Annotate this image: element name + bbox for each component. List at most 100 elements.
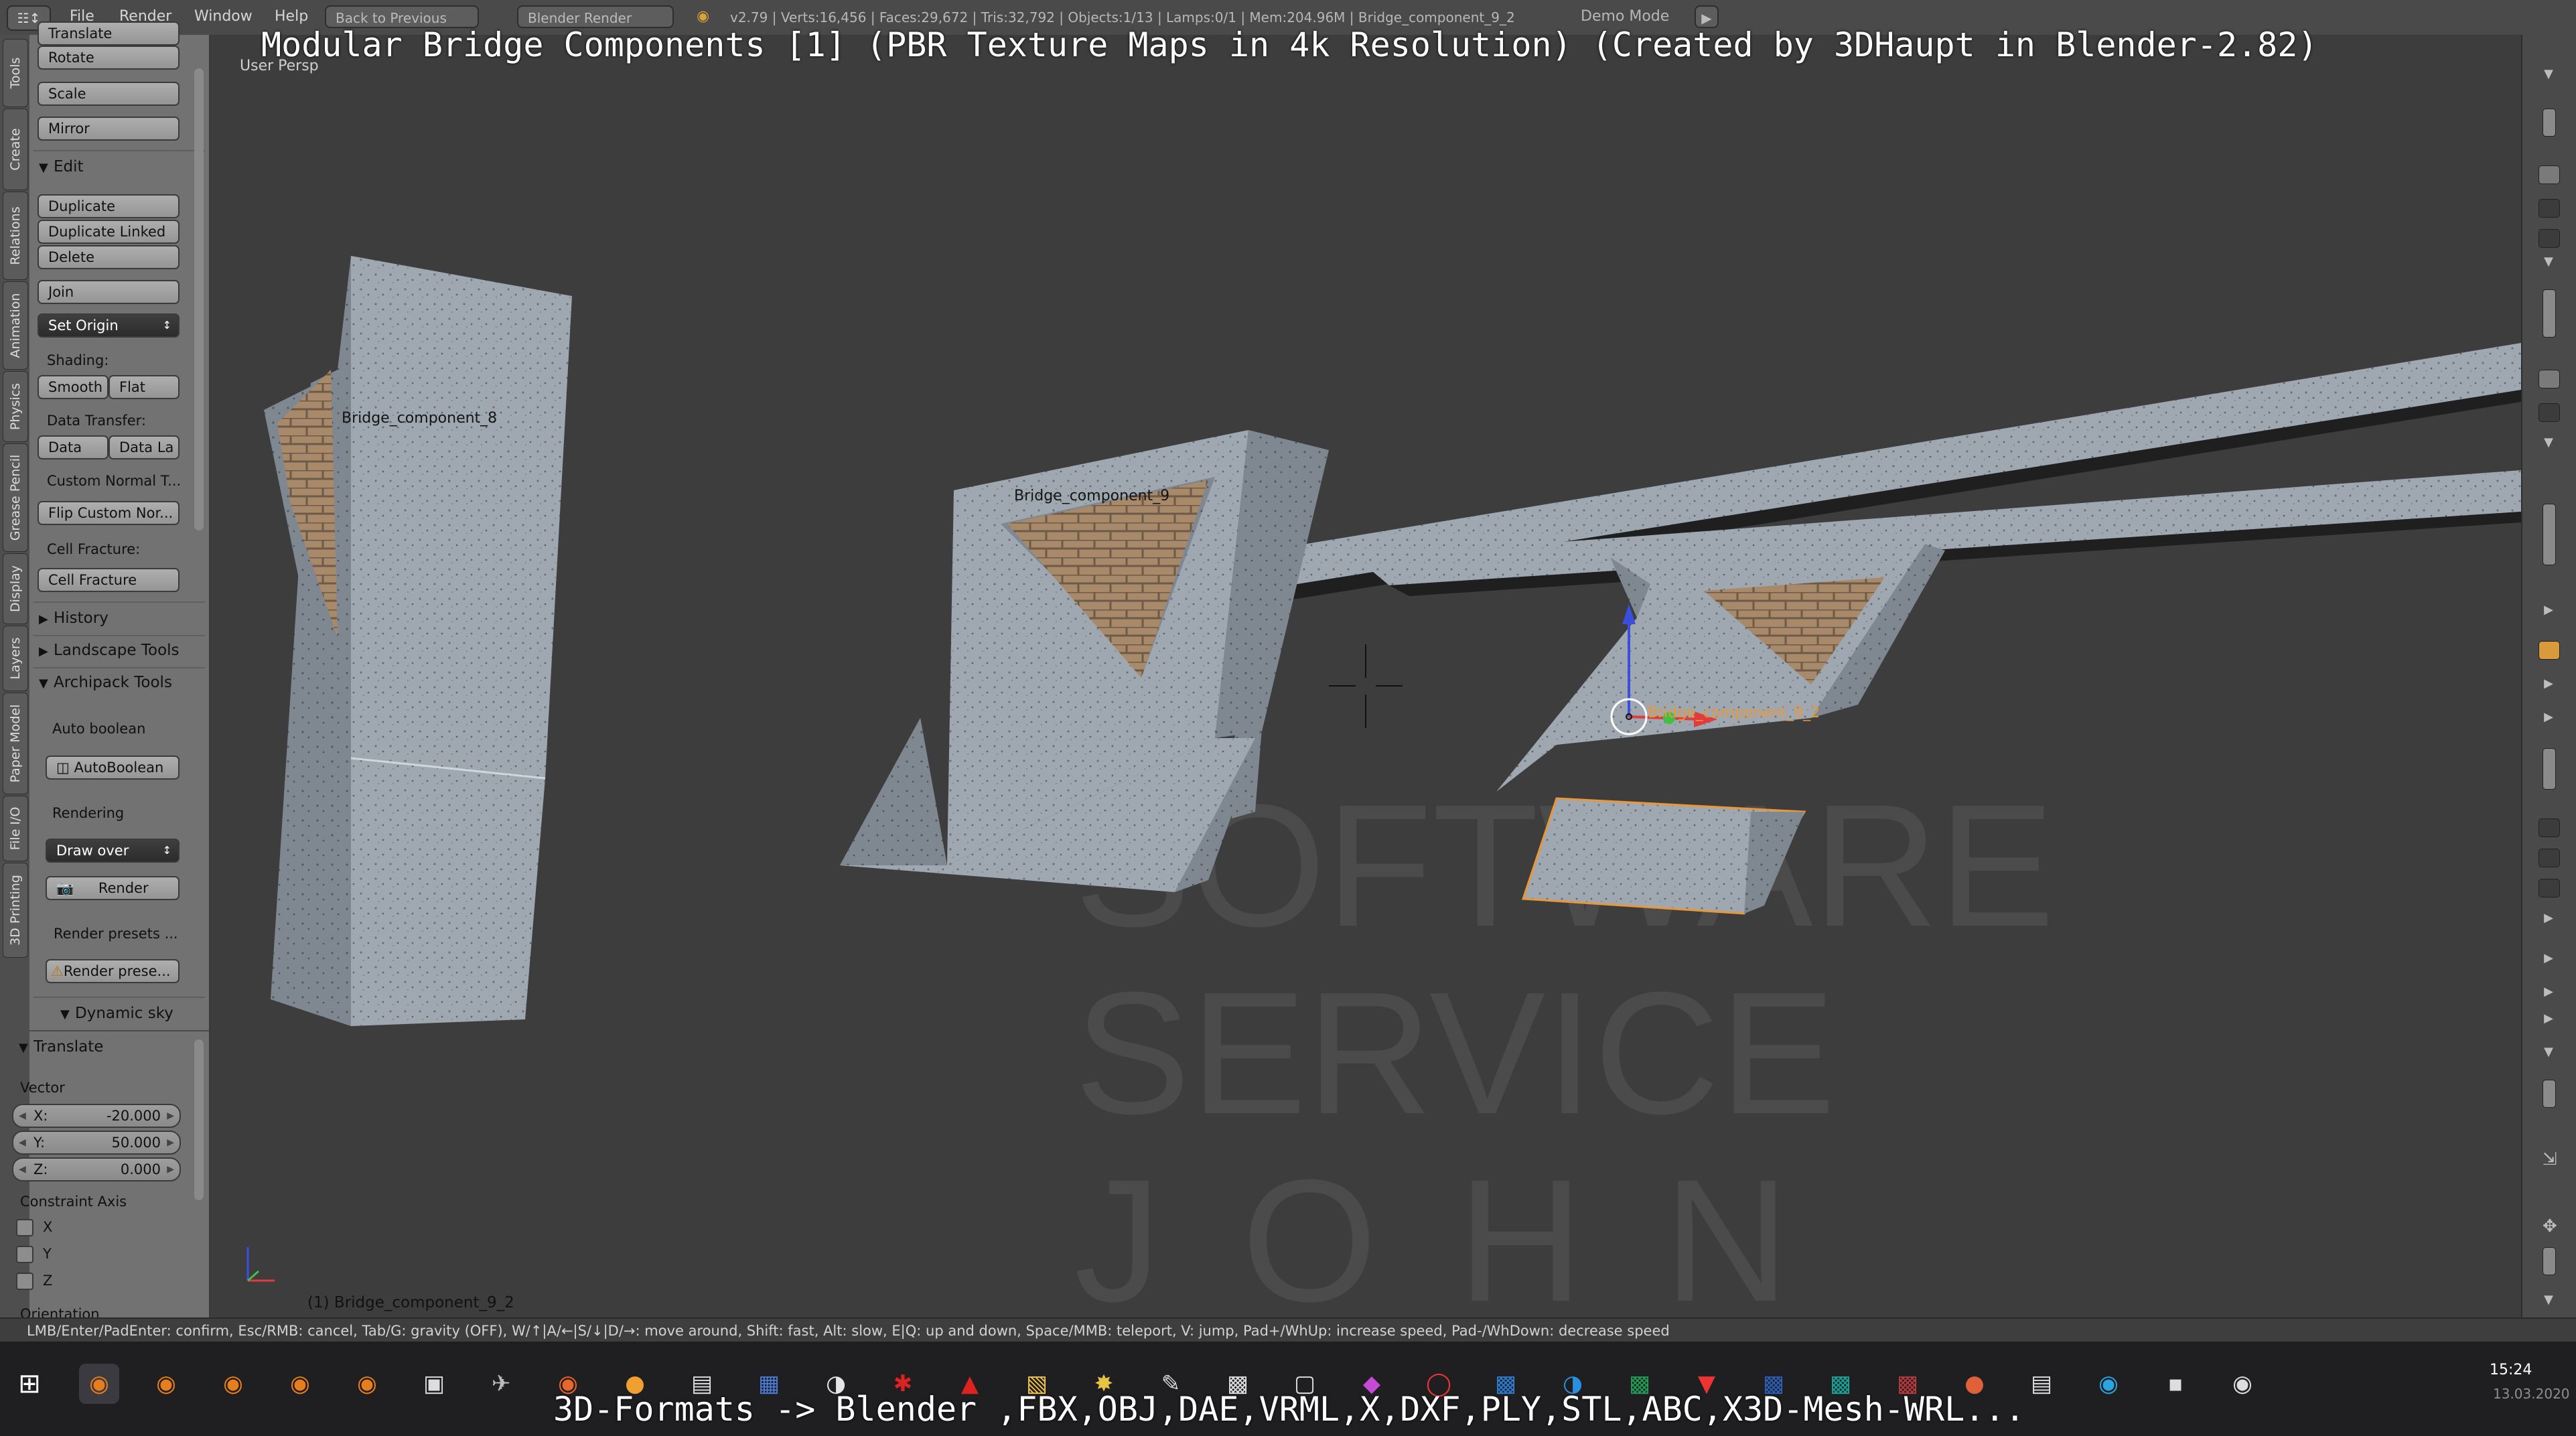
back-to-previous-button[interactable]: Back to Previous — [325, 5, 479, 28]
chevron-down-icon[interactable]: ▼ — [2543, 68, 2555, 80]
boolean-icon: ◫ — [56, 760, 74, 776]
camera-icon[interactable] — [2538, 165, 2560, 184]
tab-animation[interactable]: Animation — [3, 281, 28, 370]
divider — [33, 601, 205, 603]
operator-scrollbar[interactable] — [194, 1039, 204, 1200]
constraint-z-checkbox[interactable] — [16, 1273, 33, 1290]
cursor-icon[interactable]: ⇲ — [2543, 1151, 2557, 1168]
toggle-icon[interactable] — [2538, 229, 2560, 248]
3d-viewport[interactable]: SOFTWARE SERVICE JOHN — [210, 35, 2521, 1317]
chevron-right-icon[interactable]: ▶ — [2543, 678, 2555, 690]
mirror-button[interactable]: Mirror — [38, 117, 180, 141]
chevron-down-icon[interactable]: ▼ — [2543, 437, 2555, 449]
tab-file-io[interactable]: File I/O — [3, 796, 28, 861]
auto-boolean-button[interactable]: ◫ AutoBoolean — [46, 756, 180, 780]
chevron-down-icon[interactable]: ▼ — [2543, 1046, 2555, 1058]
skype-icon[interactable]: ◉ — [2088, 1364, 2129, 1404]
vector-x-field[interactable]: ◀ X: -20.000 ▶ — [12, 1104, 181, 1128]
app-icon[interactable]: ▪ — [2155, 1364, 2196, 1404]
blender-app-icon[interactable]: ◉ — [146, 1364, 186, 1404]
chevron-right-icon[interactable]: ▶ — [2543, 711, 2555, 723]
toggle-icon[interactable] — [2538, 849, 2560, 867]
landscape-tools-panel-header[interactable]: ▶ Landscape Tools — [39, 642, 180, 659]
render-button[interactable]: 📷 Render — [46, 876, 180, 900]
blender-app-icon[interactable]: ◉ — [347, 1364, 387, 1404]
windows-start-icon[interactable]: ⊞ — [9, 1364, 50, 1404]
object-icon[interactable] — [2538, 641, 2560, 660]
tab-layers[interactable]: Layers — [3, 626, 28, 691]
flip-custom-normals-button[interactable]: Flip Custom Nor... — [38, 501, 180, 525]
smooth-shading-button[interactable]: Smooth — [38, 375, 109, 399]
divider — [33, 150, 205, 151]
tab-3d-printing[interactable]: 3D Printing — [3, 863, 28, 958]
chevron-right-icon[interactable]: ▶ — [2543, 1013, 2555, 1025]
camera-icon[interactable] — [2538, 370, 2560, 388]
demo-mode-menu[interactable]: Demo Mode — [1581, 8, 1669, 25]
app-icon[interactable]: ▤ — [2021, 1364, 2062, 1404]
scroll-handle[interactable] — [2543, 109, 2556, 137]
chevron-right-icon[interactable]: ▶ — [2543, 986, 2555, 998]
blender-app-icon[interactable]: ◉ — [213, 1364, 253, 1404]
archipack-panel-header[interactable]: ▼ Archipack Tools — [39, 674, 172, 691]
vector-z-field[interactable]: ◀ Z: 0.000 ▶ — [12, 1157, 181, 1181]
chevron-down-icon[interactable]: ▼ — [2543, 256, 2555, 268]
tab-physics[interactable]: Physics — [3, 371, 28, 442]
walk-navigation-hint: LMB/Enter/PadEnter: confirm, Esc/RMB: ca… — [27, 1323, 1670, 1339]
tab-grease-pencil[interactable]: Grease Pencil — [3, 443, 28, 552]
duplicate-linked-button[interactable]: Duplicate Linked — [38, 220, 180, 244]
chevron-right-icon[interactable]: ▶ — [2543, 952, 2555, 964]
toggle-icon[interactable] — [2538, 199, 2560, 218]
edit-panel-header[interactable]: ▼ Edit — [39, 158, 84, 175]
toggle-icon[interactable] — [2538, 879, 2560, 898]
chevron-down-icon[interactable]: ▼ — [2543, 1294, 2555, 1306]
divider — [33, 997, 205, 998]
render-presets-button[interactable]: ⚠Render prese... — [46, 959, 180, 983]
scroll-handle[interactable] — [2543, 289, 2556, 338]
menu-window[interactable]: Window — [194, 8, 253, 25]
draw-over-select[interactable]: Draw over ↕ — [46, 839, 180, 863]
constraint-y-checkbox[interactable] — [16, 1246, 33, 1263]
flat-shading-button[interactable]: Flat — [109, 375, 180, 399]
translate-operator-header[interactable]: ▼ Translate — [19, 1038, 103, 1056]
toggle-icon[interactable] — [2538, 818, 2560, 837]
tab-tools[interactable]: Tools — [3, 39, 28, 107]
constraint-x-checkbox[interactable] — [16, 1219, 33, 1236]
tab-paper-model[interactable]: Paper Model — [3, 693, 28, 794]
join-button[interactable]: Join — [38, 280, 180, 304]
tool-shelf-scrollbar[interactable] — [194, 68, 204, 530]
dynamic-sky-panel-header[interactable]: ▼ Dynamic sky — [60, 1005, 173, 1022]
app-icon[interactable]: ✈ — [481, 1364, 521, 1404]
scroll-handle[interactable] — [2543, 748, 2556, 790]
delete-button[interactable]: Delete — [38, 245, 180, 269]
app-icon[interactable]: ▣ — [414, 1364, 454, 1404]
tab-create[interactable]: Create — [3, 109, 28, 190]
move-icon[interactable]: ✥ — [2543, 1218, 2557, 1235]
chevron-right-icon[interactable]: ▶ — [2543, 604, 2555, 616]
watermark-line-3: JOHN — [1074, 1144, 1870, 1317]
duplicate-button[interactable]: Duplicate — [38, 194, 180, 218]
app-icon[interactable]: ◉ — [2222, 1364, 2263, 1404]
vector-y-field[interactable]: ◀ Y: 50.000 ▶ — [12, 1131, 181, 1155]
blender-app-icon[interactable]: ◉ — [280, 1364, 320, 1404]
history-panel-header[interactable]: ▶ History — [39, 609, 109, 627]
taskbar-date[interactable]: 13.03.2020 — [2493, 1386, 2570, 1402]
rotate-button[interactable]: Rotate — [38, 46, 180, 70]
toggle-icon[interactable] — [2538, 403, 2560, 422]
set-origin-select[interactable]: Set Origin ↕ — [38, 313, 180, 338]
menu-help[interactable]: Help — [275, 8, 308, 25]
scale-button[interactable]: Scale — [38, 82, 180, 106]
scroll-handle[interactable] — [2543, 1247, 2556, 1275]
taskbar-clock[interactable]: 15:24 — [2490, 1362, 2532, 1378]
scroll-handle[interactable] — [2543, 504, 2556, 565]
chevron-right-icon[interactable]: ▶ — [2543, 912, 2555, 924]
scroll-handle[interactable] — [2543, 1080, 2556, 1108]
cell-fracture-button[interactable]: Cell Fracture — [38, 568, 180, 592]
play-icon[interactable]: ▶ — [1695, 5, 1719, 28]
data-transfer-button[interactable]: Data — [38, 435, 109, 459]
translate-button[interactable]: Translate — [38, 21, 180, 46]
data-layout-button[interactable]: Data La — [109, 435, 180, 459]
tab-relations[interactable]: Relations — [3, 192, 28, 280]
render-engine-select[interactable]: Blender Render — [517, 5, 674, 28]
blender-app-icon[interactable]: ◉ — [79, 1364, 119, 1404]
tab-display[interactable]: Display — [3, 553, 28, 624]
